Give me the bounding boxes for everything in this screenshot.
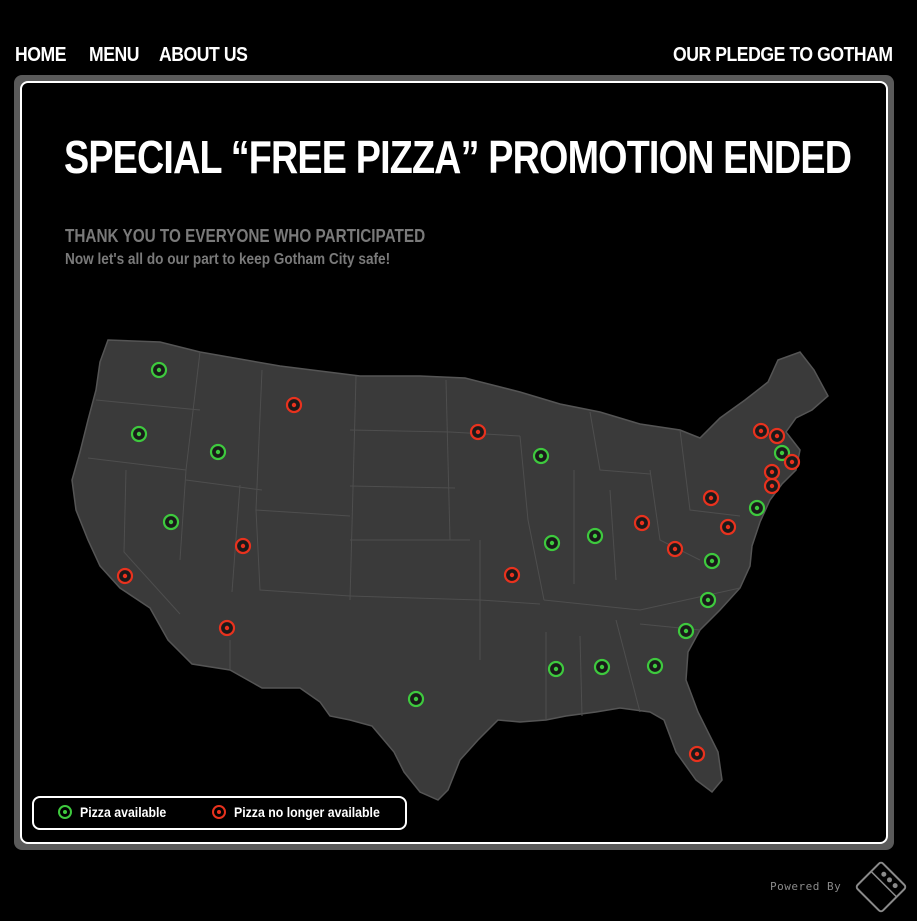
- available-marker-wa[interactable]: [150, 361, 168, 379]
- unavailable-marker-ny[interactable]: [752, 422, 770, 440]
- available-marker-al[interactable]: [593, 658, 611, 676]
- legend-unavailable-label: Pizza no longer available: [234, 804, 380, 820]
- unavailable-marker-oh[interactable]: [633, 514, 651, 532]
- available-marker-sc[interactable]: [677, 622, 695, 640]
- available-marker-icon: [58, 805, 72, 819]
- available-marker-or[interactable]: [130, 425, 148, 443]
- available-marker-ms[interactable]: [547, 660, 565, 678]
- powered-by-text: Powered By: [770, 880, 842, 893]
- available-marker-nv[interactable]: [162, 513, 180, 531]
- available-marker-id[interactable]: [209, 443, 227, 461]
- unavailable-marker-mt[interactable]: [285, 396, 303, 414]
- legend-available: Pizza available: [58, 804, 178, 820]
- unavailable-marker-ut[interactable]: [234, 537, 252, 555]
- legend-available-label: Pizza available: [80, 804, 167, 820]
- unavailable-marker-ri[interactable]: [783, 453, 801, 471]
- available-marker-va-s[interactable]: [703, 552, 721, 570]
- available-marker-de[interactable]: [748, 499, 766, 517]
- unavailable-marker-nj[interactable]: [763, 463, 781, 481]
- unavailable-marker-mn[interactable]: [469, 423, 487, 441]
- available-marker-il[interactable]: [543, 534, 561, 552]
- unavailable-marker-wv[interactable]: [666, 540, 684, 558]
- unavailable-marker-ca[interactable]: [116, 567, 134, 585]
- unavailable-marker-ct[interactable]: [768, 427, 786, 445]
- available-marker-tx[interactable]: [407, 690, 425, 708]
- unavailable-marker-pa[interactable]: [702, 489, 720, 507]
- legend-unavailable: Pizza no longer available: [212, 804, 400, 820]
- available-marker-nc[interactable]: [699, 591, 717, 609]
- available-marker-ga[interactable]: [646, 657, 664, 675]
- dominos-logo-icon[interactable]: [852, 858, 910, 916]
- us-map: [71, 339, 829, 801]
- map-legend: Pizza available Pizza no longer availabl…: [32, 796, 407, 830]
- available-marker-in[interactable]: [586, 527, 604, 545]
- unavailable-marker-mo[interactable]: [503, 566, 521, 584]
- unavailable-marker-va[interactable]: [719, 518, 737, 536]
- available-marker-wi[interactable]: [532, 447, 550, 465]
- unavailable-marker-icon: [212, 805, 226, 819]
- unavailable-marker-fl[interactable]: [688, 745, 706, 763]
- unavailable-marker-az[interactable]: [218, 619, 236, 637]
- unavailable-marker-nj-s[interactable]: [763, 477, 781, 495]
